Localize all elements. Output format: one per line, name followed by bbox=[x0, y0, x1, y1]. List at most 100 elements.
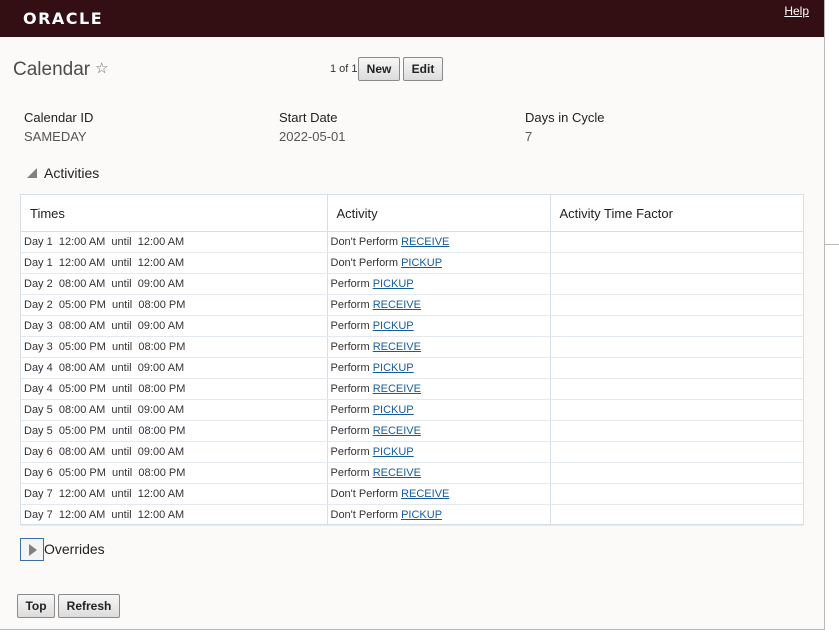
edit-button[interactable]: Edit bbox=[403, 57, 443, 81]
times-cell: Day 2 05:00 PM until 08:00 PM bbox=[21, 294, 328, 316]
oracle-logo: ORACLE bbox=[23, 9, 104, 28]
table-row: Day 7 12:00 AM until 12:00 AM Don't Perfo… bbox=[21, 504, 803, 526]
favorite-star-icon[interactable]: ☆ bbox=[95, 59, 108, 77]
activity-prefix: Perform bbox=[330, 341, 373, 353]
days-in-cycle-value: 7 bbox=[525, 129, 533, 144]
table-row: Day 4 05:00 PM until 08:00 PM Perform REC… bbox=[21, 378, 803, 400]
triangle-right-icon bbox=[29, 544, 37, 556]
activity-link[interactable]: PICKUP bbox=[373, 446, 414, 458]
activity-cell: Perform PICKUP bbox=[327, 357, 551, 379]
activity-cell: Don't Perform RECEIVE bbox=[327, 231, 551, 253]
activity-prefix: Perform bbox=[330, 467, 373, 479]
activity-cell: Don't Perform RECEIVE bbox=[327, 483, 551, 505]
times-cell: Day 6 08:00 AM until 09:00 AM bbox=[21, 441, 328, 463]
activity-prefix: Perform bbox=[330, 446, 373, 458]
times-cell: Day 2 08:00 AM until 09:00 AM bbox=[21, 273, 328, 295]
times-cell: Day 7 12:00 AM until 12:00 AM bbox=[21, 483, 328, 505]
table-row: Day 1 12:00 AM until 12:00 AM Don't Perfo… bbox=[21, 252, 803, 274]
activity-cell: Perform RECEIVE bbox=[327, 462, 551, 484]
times-cell: Day 1 12:00 AM until 12:00 AM bbox=[21, 231, 328, 253]
activity-prefix: Perform bbox=[330, 404, 373, 416]
calendar-id-label: Calendar ID bbox=[24, 110, 94, 125]
activity-cell: Perform PICKUP bbox=[327, 399, 551, 421]
activity-cell: Don't Perform PICKUP bbox=[327, 504, 551, 526]
activity-prefix: Perform bbox=[330, 278, 373, 290]
activity-cell: Perform PICKUP bbox=[327, 441, 551, 463]
activity-time-factor-cell bbox=[550, 420, 803, 442]
activity-link[interactable]: PICKUP bbox=[373, 320, 414, 332]
times-cell: Day 5 05:00 PM until 08:00 PM bbox=[21, 420, 328, 442]
times-cell: Day 1 12:00 AM until 12:00 AM bbox=[21, 252, 328, 274]
new-button[interactable]: New bbox=[358, 57, 400, 81]
refresh-button[interactable]: Refresh bbox=[58, 594, 120, 618]
table-row: Day 2 08:00 AM until 09:00 AM Perform PIC… bbox=[21, 273, 803, 295]
activity-time-factor-cell bbox=[550, 231, 803, 253]
times-cell: Day 5 08:00 AM until 09:00 AM bbox=[21, 399, 328, 421]
top-button[interactable]: Top bbox=[17, 594, 55, 618]
app-frame: ORACLE Help Calendar ☆ 1 of 1 New Edit C… bbox=[0, 0, 825, 630]
activity-link[interactable]: PICKUP bbox=[401, 257, 442, 269]
activity-time-factor-cell bbox=[550, 357, 803, 379]
activity-link[interactable]: PICKUP bbox=[373, 404, 414, 416]
activity-prefix: Perform bbox=[330, 299, 373, 311]
overrides-section-title[interactable]: Overrides bbox=[44, 541, 105, 557]
activities-section-title[interactable]: Activities bbox=[44, 165, 99, 181]
activity-prefix: Perform bbox=[330, 362, 373, 374]
activity-prefix: Don't Perform bbox=[330, 257, 402, 269]
activity-time-factor-cell bbox=[550, 399, 803, 421]
table-row: Day 6 05:00 PM until 08:00 PM Perform REC… bbox=[21, 462, 803, 484]
activity-cell: Perform RECEIVE bbox=[327, 378, 551, 400]
expand-triangle-icon[interactable] bbox=[20, 538, 44, 561]
times-cell: Day 7 12:00 AM until 12:00 AM bbox=[21, 504, 328, 526]
activity-cell: Don't Perform PICKUP bbox=[327, 252, 551, 274]
table-row: Day 5 08:00 AM until 09:00 AM Perform PIC… bbox=[21, 399, 803, 421]
activity-link[interactable]: PICKUP bbox=[401, 509, 442, 521]
times-cell: Day 4 08:00 AM until 09:00 AM bbox=[21, 357, 328, 379]
activity-prefix: Perform bbox=[330, 383, 373, 395]
page-title: Calendar bbox=[13, 59, 91, 80]
table-row: Day 6 08:00 AM until 09:00 AM Perform PIC… bbox=[21, 441, 803, 463]
table-row: Day 3 08:00 AM until 09:00 AM Perform PIC… bbox=[21, 315, 803, 337]
top-bar: ORACLE Help bbox=[0, 0, 824, 37]
activity-cell: Perform RECEIVE bbox=[327, 420, 551, 442]
activity-prefix: Don't Perform bbox=[330, 488, 402, 500]
help-link[interactable]: Help bbox=[784, 4, 809, 18]
table-row: Day 1 12:00 AM until 12:00 AM Don't Perfo… bbox=[21, 231, 803, 253]
column-header-activity[interactable]: Activity bbox=[327, 195, 551, 232]
start-date-label: Start Date bbox=[279, 110, 338, 125]
days-in-cycle-label: Days in Cycle bbox=[525, 110, 605, 125]
activity-time-factor-cell bbox=[550, 462, 803, 484]
activity-link[interactable]: RECEIVE bbox=[401, 236, 449, 248]
activities-table: Times Activity Activity Time Factor Day … bbox=[20, 194, 804, 526]
activity-link[interactable]: RECEIVE bbox=[373, 425, 421, 437]
activity-cell: Perform RECEIVE bbox=[327, 294, 551, 316]
activity-link[interactable]: RECEIVE bbox=[373, 383, 421, 395]
table-row: Day 3 05:00 PM until 08:00 PM Perform REC… bbox=[21, 336, 803, 358]
column-header-activity-time-factor[interactable]: Activity Time Factor bbox=[550, 195, 803, 232]
column-header-times[interactable]: Times bbox=[21, 195, 328, 232]
activity-cell: Perform PICKUP bbox=[327, 315, 551, 337]
activity-link[interactable]: RECEIVE bbox=[401, 488, 449, 500]
activity-link[interactable]: PICKUP bbox=[373, 362, 414, 374]
record-pager: 1 of 1 bbox=[330, 63, 358, 75]
table-row: Day 5 05:00 PM until 08:00 PM Perform REC… bbox=[21, 420, 803, 442]
start-date-value: 2022-05-01 bbox=[279, 129, 346, 144]
times-cell: Day 4 05:00 PM until 08:00 PM bbox=[21, 378, 328, 400]
calendar-id-value: SAMEDAY bbox=[24, 129, 87, 144]
activity-cell: Perform RECEIVE bbox=[327, 336, 551, 358]
activity-time-factor-cell bbox=[550, 315, 803, 337]
activity-prefix: Don't Perform bbox=[330, 509, 402, 521]
activity-time-factor-cell bbox=[550, 378, 803, 400]
activity-time-factor-cell bbox=[550, 336, 803, 358]
collapse-triangle-icon[interactable] bbox=[27, 168, 37, 178]
activity-link[interactable]: RECEIVE bbox=[373, 467, 421, 479]
activity-link[interactable]: RECEIVE bbox=[373, 299, 421, 311]
table-header-row: Times Activity Activity Time Factor bbox=[21, 195, 803, 232]
activity-time-factor-cell bbox=[550, 504, 803, 526]
activity-time-factor-cell bbox=[550, 441, 803, 463]
activity-link[interactable]: RECEIVE bbox=[373, 341, 421, 353]
activity-link[interactable]: PICKUP bbox=[373, 278, 414, 290]
activity-prefix: Perform bbox=[330, 425, 373, 437]
activity-prefix: Perform bbox=[330, 320, 373, 332]
activity-time-factor-cell bbox=[550, 273, 803, 295]
